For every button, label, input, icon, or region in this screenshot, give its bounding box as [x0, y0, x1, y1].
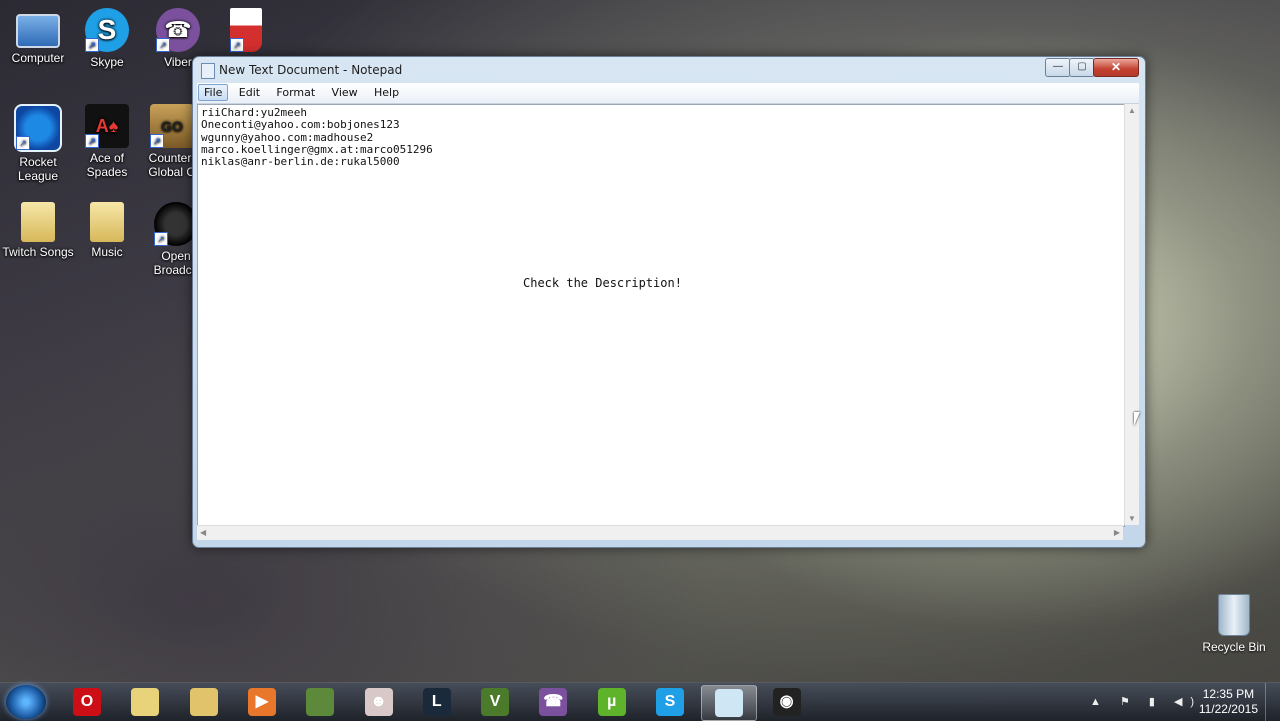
start-button[interactable] [6, 685, 46, 719]
media-player-icon: ▶ [247, 688, 276, 716]
vertical-scrollbar[interactable]: ▲ ▼ [1124, 104, 1139, 525]
notepad-window[interactable]: New Text Document - Notepad — ▢ ✕ File E… [192, 56, 1146, 548]
desktop-icon-label: Recycle Bin [1202, 640, 1266, 654]
scroll-down-icon[interactable]: ▼ [1128, 514, 1136, 523]
shortcut-arrow-icon: ↗ [85, 38, 99, 52]
notepad-icon [201, 63, 215, 79]
taskbar-button-viber[interactable]: ☎ [526, 685, 580, 719]
gta-v-icon: V [481, 688, 510, 716]
desktop-icon-popcorn-time[interactable]: ↗ [210, 8, 282, 55]
shortcut-arrow-icon: ↗ [156, 38, 170, 52]
tray-icons[interactable]: ▲ ⚑ ▮ ◀) [1090, 695, 1202, 708]
desktop-icon-label: Computer [11, 51, 65, 65]
obs-icon: ◉ [772, 688, 801, 716]
viber-icon: ☎ ↗ [156, 8, 200, 52]
menu-view[interactable]: View [326, 84, 364, 101]
notepad-icon [715, 689, 744, 717]
show-desktop-button[interactable] [1265, 683, 1280, 721]
desktop-icon-label: Twitch Songs [2, 245, 74, 259]
desktop-icon-recycle-bin[interactable]: Recycle Bin [1198, 594, 1270, 654]
taskbar-button-obs[interactable]: ◉ [760, 685, 814, 719]
taskbar-button-binding-of-isaac[interactable]: ☻ [352, 685, 406, 719]
explorer-icon [189, 688, 218, 716]
taskbar-button-league-of-legends[interactable]: L [410, 685, 464, 719]
menu-format[interactable]: Format [270, 84, 321, 101]
folder-icon [131, 688, 160, 716]
center-note: Check the Description! [523, 276, 682, 290]
minecraft-icon [306, 688, 335, 716]
desktop-icon-skype[interactable]: S ↗ Skype [71, 8, 143, 69]
taskbar-button-notepad[interactable] [701, 685, 758, 721]
menu-edit[interactable]: Edit [233, 84, 266, 101]
rocket-league-icon: ↗ [14, 104, 62, 152]
desktop-icon-twitch-songs[interactable]: Twitch Songs [2, 202, 74, 259]
taskbar-button-utorrent[interactable]: µ [585, 685, 639, 719]
taskbar-button-explorer[interactable] [177, 685, 231, 719]
clock[interactable]: 12:35 PM 11/22/2015 [1199, 687, 1258, 717]
maximize-button[interactable]: ▢ [1069, 58, 1095, 77]
title-bar[interactable]: New Text Document - Notepad — ▢ ✕ [193, 57, 1145, 83]
league-of-legends-icon: L [422, 688, 451, 716]
taskbar-button-folder[interactable] [118, 685, 172, 719]
desktop-icon-label: Music [91, 245, 123, 259]
close-button[interactable]: ✕ [1093, 58, 1139, 77]
recycle-bin-icon [1218, 594, 1250, 636]
clock-time: 12:35 PM [1202, 687, 1255, 701]
text-editor[interactable]: riiChard:yu2meeh Oneconti@yahoo.com:bobj… [197, 104, 1125, 527]
desktop-icon-computer[interactable]: Computer [2, 8, 74, 65]
desktop-icon-ace-of-spades[interactable]: A♠ ↗ Ace of Spades [71, 104, 143, 179]
taskbar-button-media-player[interactable]: ▶ [235, 685, 289, 719]
skype-icon: S ↗ [85, 8, 129, 52]
shortcut-arrow-icon: ↗ [230, 38, 244, 52]
ace-of-spades-icon: A♠ ↗ [85, 104, 129, 148]
binding-of-isaac-icon: ☻ [364, 688, 393, 716]
opera-icon: O [73, 688, 101, 716]
shortcut-arrow-icon: ↗ [150, 134, 164, 148]
taskbar-button-opera[interactable]: O [60, 685, 114, 719]
taskbar-button-skype[interactable]: S [643, 685, 697, 719]
computer-icon [16, 14, 60, 48]
skype-icon: S [656, 688, 684, 716]
clock-date: 11/22/2015 [1198, 702, 1258, 716]
popcorn-time-icon: ↗ [230, 8, 262, 52]
shortcut-arrow-icon: ↗ [16, 136, 30, 150]
shortcut-arrow-icon: ↗ [154, 232, 168, 246]
scroll-left-icon[interactable]: ◀ [200, 528, 206, 537]
system-tray: ▲ ⚑ ▮ ◀) 12:35 PM 11/22/2015 [1090, 683, 1280, 721]
taskbar-button-minecraft[interactable] [293, 685, 347, 719]
mouse-cursor-icon [1134, 412, 1146, 426]
taskbar: O ▶ ☻ L V ☎ µ S ◉ ▲ ⚑ ▮ ◀) 12:35 PM 11/22/2015 [0, 682, 1280, 721]
minimize-button[interactable]: — [1045, 58, 1071, 77]
viber-icon: ☎ [539, 688, 568, 716]
counter-strike-icon: GO ↗ [150, 104, 194, 148]
folder-icon [90, 202, 124, 242]
shortcut-arrow-icon: ↗ [85, 134, 99, 148]
folder-icon [21, 202, 55, 242]
window-title: New Text Document - Notepad [219, 63, 403, 77]
menu-help[interactable]: Help [368, 84, 405, 101]
scroll-up-icon[interactable]: ▲ [1128, 106, 1136, 115]
taskbar-button-gta-v[interactable]: V [468, 685, 522, 719]
text-line: Oneconti@yahoo.com:bobjones123 [201, 118, 400, 132]
desktop-icon-rocket-league[interactable]: ↗ Rocket League [2, 104, 74, 183]
desktop-icon-label: Ace of Spades [86, 151, 128, 179]
scroll-right-icon[interactable]: ▶ [1114, 528, 1120, 537]
text-line: niklas@anr-berlin.de:rukal5000 [201, 155, 400, 169]
desktop-icon-label: Rocket League [17, 155, 59, 183]
menu-file[interactable]: File [198, 84, 229, 101]
desktop-icon-music[interactable]: Music [71, 202, 143, 259]
utorrent-icon: µ [597, 688, 626, 716]
desktop-icon-label: Skype [90, 55, 124, 69]
horizontal-scrollbar[interactable]: ◀ ▶ [197, 525, 1123, 540]
menu-bar: File Edit Format View Help [197, 83, 1139, 104]
